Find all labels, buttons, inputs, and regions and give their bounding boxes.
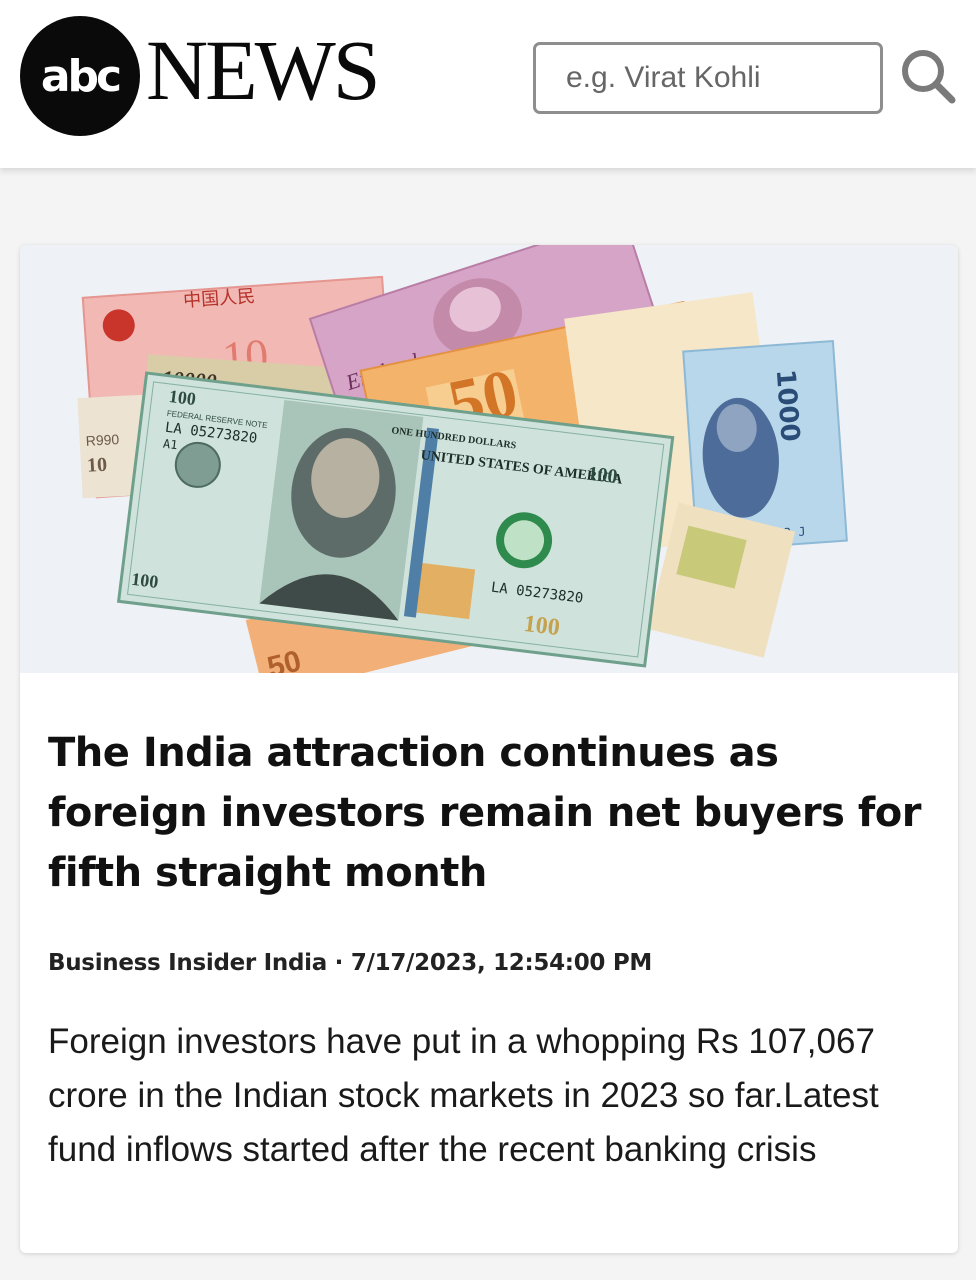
article-headline[interactable]: The India attraction continues as foreig… <box>48 723 938 903</box>
article-timestamp: 7/17/2023, 12:54:00 PM <box>350 950 652 976</box>
svg-text:100: 100 <box>522 611 561 641</box>
rand-code: R990 <box>85 431 119 449</box>
meta-separator: · <box>326 950 351 976</box>
svg-text:100: 100 <box>586 463 618 488</box>
article-summary: Foreign investors have put in a whopping… <box>48 1022 879 1169</box>
bill-value-top: 100 <box>168 386 197 409</box>
article-source[interactable]: Business Insider India <box>48 950 327 976</box>
svg-text:100: 100 <box>130 569 159 592</box>
svg-text:10: 10 <box>86 454 107 477</box>
site-header: abc NEWS <box>0 0 976 168</box>
abc-logo-text: abc <box>40 50 122 102</box>
bill-series: A1 <box>162 437 178 453</box>
news-logo-text[interactable]: NEWS <box>146 22 381 118</box>
search-input[interactable] <box>533 42 883 114</box>
search-icon[interactable] <box>898 46 958 106</box>
won-value: 1000 <box>770 368 805 442</box>
article-card[interactable]: 中国人民 10 R990 10 10000 England 50 <box>20 245 958 1253</box>
article-meta: Business Insider India · 7/17/2023, 12:5… <box>48 950 938 976</box>
currency-banknotes-photo[interactable]: 中国人民 10 R990 10 10000 England 50 <box>20 245 958 673</box>
abc-logo[interactable]: abc <box>20 16 140 136</box>
